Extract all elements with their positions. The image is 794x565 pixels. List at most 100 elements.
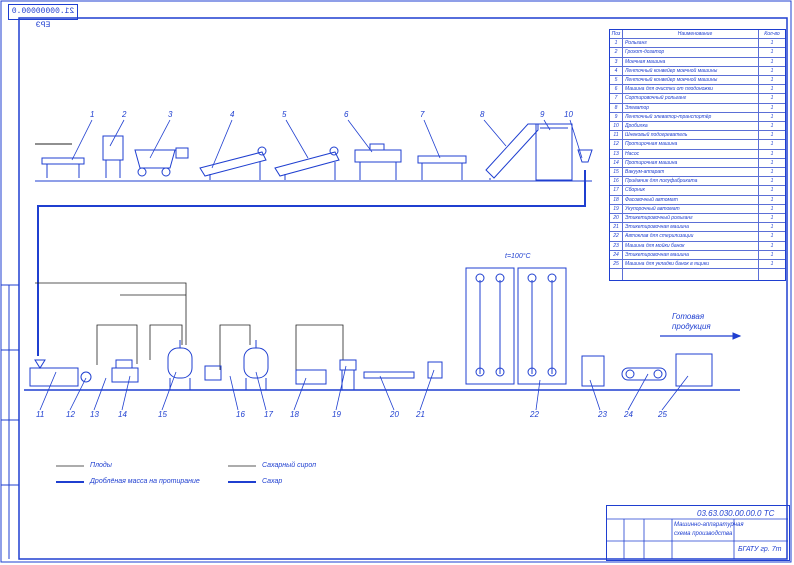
spec-cell-qty: 1 [770,150,774,157]
spec-cell-qty: 1 [770,113,774,120]
spec-cell-pos: 22 [613,233,619,240]
spec-cell-name: Ленточный элеватор-транспортёр [625,113,712,120]
position-number: 7 [420,110,425,119]
position-number: 22 [530,410,539,419]
spec-cell-qty: 1 [770,49,774,56]
spec-cell-pos: 5 [614,77,618,83]
spec-cell-qty: 1 [770,261,774,267]
position-number: 16 [236,410,245,419]
spec-cell-qty: 1 [770,95,774,102]
position-number: 1 [90,110,95,119]
spec-cell-pos: 7 [614,95,618,102]
position-number: 15 [158,410,167,419]
spec-cell-name: Моечная машина [625,58,666,65]
spec-cell-pos: 23 [613,242,619,249]
position-number: 14 [118,410,127,419]
spec-cell-pos: 13 [613,150,619,157]
spec-cell-pos: 3 [614,58,618,65]
spec-cell-qty: 1 [770,233,774,240]
spec-cell-qty: 1 [770,169,774,175]
document-name-line2: схема производства [674,531,733,537]
spec-cell-name: Сортировочный рольганг [625,95,687,102]
position-number: 5 [282,110,287,119]
spec-cell-qty: 1 [770,141,774,148]
output-label-line2: продукция [672,322,711,331]
spec-cell-name: Шнековый подогреватель [625,132,688,139]
spec-cell-pos: 24 [613,251,619,258]
output-label-line1: Готовая [672,312,705,321]
spec-cell-name: Машина для очистки от плодоножки [625,86,713,93]
spec-cell-name: Сборник [625,187,645,194]
position-number: 4 [230,110,235,119]
spec-cell-name: Фасовочный автомат [625,196,678,203]
spec-cell-pos: 14 [613,159,619,166]
spec-cell-name: Протирочная машина [625,159,678,166]
position-number: 8 [480,110,485,119]
spec-cell-pos: 10 [613,123,619,129]
spec-cell-pos: 9 [614,113,618,120]
spec-cell-pos: 1 [614,40,618,47]
spec-cell-name: Машина для мойки банок [625,242,685,249]
spec-cell-name: Протирочная машина [625,141,678,148]
spec-cell-pos: 8 [614,104,618,111]
spec-cell-qty: 1 [770,123,774,129]
spec-cell-pos: 11 [613,132,619,139]
position-number: 17 [264,410,273,419]
spec-cell-pos: 12 [613,141,619,148]
spec-cell-pos: 6 [614,86,618,93]
spec-cell-name: Элеватор [625,104,650,111]
position-number: 10 [564,110,573,119]
spec-cell-name: Грохот-дозатор [625,49,665,56]
spec-cell-qty: 1 [770,67,774,74]
spec-cell-qty: 1 [770,224,774,231]
position-number: 20 [390,410,399,419]
spec-cell-pos: 25 [613,261,619,267]
legend-fruits: Плоды [90,462,112,469]
spec-cell-pos: 20 [613,215,619,221]
spec-cell-name: Этикетировочный рольганг [625,215,693,221]
position-number: 24 [624,410,633,419]
position-number: 6 [344,110,349,119]
spec-cell-qty: 1 [770,242,774,249]
spec-cell-pos: 19 [613,205,619,212]
spec-cell-qty: 1 [770,205,774,212]
spec-cell-pos: 15 [613,169,619,175]
position-number: 9 [540,110,545,119]
position-number: 2 [122,110,127,119]
document-name-line1: Машинно-аппаратурная [674,522,744,528]
spec-cell-name: Ленточный конвейер моечной машины [625,67,718,74]
spec-header-pos: Поз [611,31,621,37]
spec-cell-name: Машина для укладки банок в ящики [625,261,709,267]
spec-cell-pos: 21 [613,224,619,231]
spec-cell-qty: 1 [770,159,774,166]
spec-header-name: Наименование [677,31,713,37]
spec-cell-name: Ленточный конвейер моечной машины [625,77,718,83]
spec-cell-name: Дробилка [625,123,648,129]
spec-cell-qty: 1 [770,187,774,194]
position-number: 23 [598,410,607,419]
position-number: 11 [36,410,45,419]
spec-cell-qty: 1 [770,40,774,47]
spec-cell-qty: 1 [770,196,774,203]
spec-cell-name: Вакуум-аппарат [625,169,665,175]
spec-cell-name: Приёмник для полуфабриката [625,178,698,185]
spec-cell-name: Рольганг [625,40,647,47]
spec-cell-pos: 18 [613,196,619,203]
drawing-code-stamp: 21.00000000.0 ЕРЭ [8,4,78,30]
spec-cell-pos: 16 [613,178,619,185]
spec-cell-qty: 1 [770,104,774,111]
legend-sugar: Сахар [262,478,283,485]
spec-cell-qty: 1 [770,132,774,139]
organization: БГАТУ гр. 7т [738,546,782,553]
position-number: 3 [168,110,173,119]
spec-cell-pos: 17 [613,187,619,194]
spec-cell-qty: 1 [770,215,774,221]
title-block: 03.63.030.00.00.0 ТС Машинно-аппаратурна… [606,505,790,561]
spec-cell-name: Автоклав для стерилизации [625,233,694,240]
position-number: 12 [66,410,75,419]
spec-cell-qty: 1 [770,251,774,258]
spec-cell-qty: 1 [770,178,774,185]
spec-cell-name: Этикетировочная машина [625,251,689,258]
position-number: 21 [416,410,425,419]
spec-cell-pos: 4 [614,67,618,74]
